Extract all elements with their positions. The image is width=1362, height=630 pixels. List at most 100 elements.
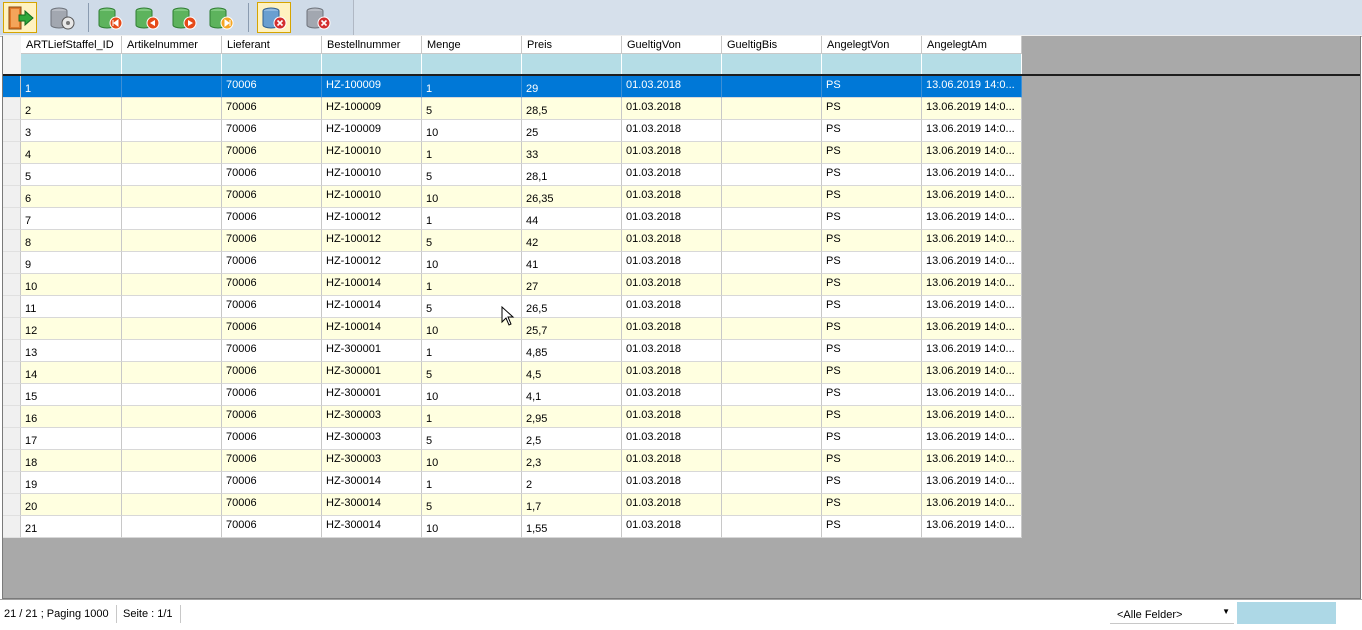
column-header[interactable]: ARTLiefStaffel_ID [21, 36, 122, 54]
table-cell-gueltigvon[interactable]: 01.03.2018 [622, 450, 722, 472]
row-selector[interactable] [3, 494, 21, 516]
table-cell-lieferant[interactable]: 70006 [222, 362, 322, 384]
table-cell-bestellnummer[interactable]: HZ-100009 [322, 98, 422, 120]
row-selector[interactable] [3, 428, 21, 450]
table-cell-lieferant[interactable]: 70006 [222, 406, 322, 428]
table-cell-gueltigvon[interactable]: 01.03.2018 [622, 274, 722, 296]
row-selector[interactable] [3, 120, 21, 142]
table-cell-angelegtvon[interactable]: PS [822, 186, 922, 208]
table-cell-lieferant[interactable]: 70006 [222, 516, 322, 538]
table-cell-gueltigvon[interactable]: 01.03.2018 [622, 98, 722, 120]
table-row[interactable]: 5 70006 HZ-100010 5 28,1 01.03.2018 PS 13.06.20… [3, 164, 1360, 186]
table-cell-lieferant[interactable]: 70006 [222, 494, 322, 516]
table-cell-artliefstaffel_id[interactable]: 18 [21, 450, 122, 472]
row-selector[interactable] [3, 230, 21, 252]
table-cell-gueltigbis[interactable] [722, 164, 822, 186]
table-row[interactable]: 4 70006 HZ-100010 1 33 01.03.2018 PS 13.06.2019… [3, 142, 1360, 164]
table-cell-angelegtvon[interactable]: PS [822, 428, 922, 450]
table-cell-angelegtam[interactable]: 13.06.2019 14:0... [922, 142, 1022, 164]
row-selector[interactable] [3, 76, 21, 98]
table-cell-preis[interactable]: 28,1 [522, 164, 622, 186]
filter-cell[interactable] [722, 54, 822, 74]
table-cell-lieferant[interactable]: 70006 [222, 428, 322, 450]
field-select-dropdown[interactable]: <Alle Felder> ▼ [1110, 604, 1234, 624]
table-cell-angelegtam[interactable]: 13.06.2019 14:0... [922, 98, 1022, 120]
table-cell-artikelnummer[interactable] [122, 120, 222, 142]
table-cell-menge[interactable]: 1 [422, 274, 522, 296]
table-cell-gueltigvon[interactable]: 01.03.2018 [622, 362, 722, 384]
table-cell-gueltigvon[interactable]: 01.03.2018 [622, 472, 722, 494]
table-cell-artikelnummer[interactable] [122, 406, 222, 428]
table-cell-lieferant[interactable]: 70006 [222, 384, 322, 406]
table-cell-artliefstaffel_id[interactable]: 16 [21, 406, 122, 428]
table-cell-bestellnummer[interactable]: HZ-300001 [322, 362, 422, 384]
table-cell-angelegtvon[interactable]: PS [822, 318, 922, 340]
table-row[interactable]: 2 70006 HZ-100009 5 28,5 01.03.2018 PS 13.06.20… [3, 98, 1360, 120]
table-cell-gueltigbis[interactable] [722, 208, 822, 230]
table-cell-artliefstaffel_id[interactable]: 10 [21, 274, 122, 296]
table-cell-bestellnummer[interactable]: HZ-300003 [322, 450, 422, 472]
table-cell-artikelnummer[interactable] [122, 494, 222, 516]
table-cell-bestellnummer[interactable]: HZ-100014 [322, 318, 422, 340]
previous-record-button[interactable] [130, 2, 164, 33]
table-cell-bestellnummer[interactable]: HZ-100014 [322, 296, 422, 318]
table-cell-artliefstaffel_id[interactable]: 2 [21, 98, 122, 120]
table-cell-bestellnummer[interactable]: HZ-100012 [322, 208, 422, 230]
table-cell-bestellnummer[interactable]: HZ-300003 [322, 406, 422, 428]
table-cell-preis[interactable]: 41 [522, 252, 622, 274]
table-cell-preis[interactable]: 44 [522, 208, 622, 230]
table-cell-lieferant[interactable]: 70006 [222, 230, 322, 252]
row-selector[interactable] [3, 450, 21, 472]
table-row[interactable]: 21 70006 HZ-300014 10 1,55 01.03.2018 PS 13.06.… [3, 516, 1360, 538]
table-cell-preis[interactable]: 29 [522, 76, 622, 98]
table-cell-angelegtvon[interactable]: PS [822, 472, 922, 494]
row-selector[interactable] [3, 98, 21, 120]
table-cell-angelegtam[interactable]: 13.06.2019 14:0... [922, 494, 1022, 516]
table-cell-gueltigvon[interactable]: 01.03.2018 [622, 340, 722, 362]
table-cell-angelegtam[interactable]: 13.06.2019 14:0... [922, 516, 1022, 538]
table-cell-artliefstaffel_id[interactable]: 15 [21, 384, 122, 406]
table-cell-artikelnummer[interactable] [122, 164, 222, 186]
table-cell-gueltigbis[interactable] [722, 142, 822, 164]
table-cell-angelegtvon[interactable]: PS [822, 362, 922, 384]
column-header[interactable]: Lieferant [222, 36, 322, 54]
table-cell-artikelnummer[interactable] [122, 230, 222, 252]
delete-record-button[interactable] [257, 2, 291, 33]
table-cell-artliefstaffel_id[interactable]: 12 [21, 318, 122, 340]
table-cell-preis[interactable]: 26,5 [522, 296, 622, 318]
table-cell-artikelnummer[interactable] [122, 252, 222, 274]
table-cell-bestellnummer[interactable]: HZ-100010 [322, 186, 422, 208]
table-cell-artikelnummer[interactable] [122, 318, 222, 340]
row-selector[interactable] [3, 142, 21, 164]
table-cell-bestellnummer[interactable]: HZ-100012 [322, 230, 422, 252]
table-cell-angelegtvon[interactable]: PS [822, 450, 922, 472]
grid-corner[interactable] [3, 36, 22, 74]
table-cell-angelegtvon[interactable]: PS [822, 120, 922, 142]
column-header[interactable]: GueltigBis [722, 36, 822, 54]
table-cell-lieferant[interactable]: 70006 [222, 274, 322, 296]
table-cell-artikelnummer[interactable] [122, 98, 222, 120]
table-cell-gueltigvon[interactable]: 01.03.2018 [622, 230, 722, 252]
table-cell-bestellnummer[interactable]: HZ-100012 [322, 252, 422, 274]
table-cell-menge[interactable]: 5 [422, 164, 522, 186]
table-cell-artliefstaffel_id[interactable]: 17 [21, 428, 122, 450]
table-cell-artliefstaffel_id[interactable]: 11 [21, 296, 122, 318]
table-cell-menge[interactable]: 10 [422, 120, 522, 142]
table-cell-lieferant[interactable]: 70006 [222, 164, 322, 186]
table-cell-bestellnummer[interactable]: HZ-100010 [322, 164, 422, 186]
table-cell-artliefstaffel_id[interactable]: 14 [21, 362, 122, 384]
search-input[interactable] [1237, 602, 1336, 624]
table-cell-menge[interactable]: 1 [422, 406, 522, 428]
table-cell-menge[interactable]: 5 [422, 98, 522, 120]
table-cell-lieferant[interactable]: 70006 [222, 186, 322, 208]
table-cell-gueltigvon[interactable]: 01.03.2018 [622, 208, 722, 230]
table-row[interactable]: 1 70006 HZ-100009 1 29 01.03.2018 PS 13.06.2019… [3, 76, 1360, 98]
column-header[interactable]: AngelegtAm [922, 36, 1022, 54]
filter-cell[interactable] [822, 54, 922, 74]
table-cell-artikelnummer[interactable] [122, 76, 222, 98]
table-cell-angelegtam[interactable]: 13.06.2019 14:0... [922, 208, 1022, 230]
table-cell-lieferant[interactable]: 70006 [222, 472, 322, 494]
table-cell-angelegtam[interactable]: 13.06.2019 14:0... [922, 296, 1022, 318]
table-cell-gueltigbis[interactable] [722, 340, 822, 362]
row-selector[interactable] [3, 186, 21, 208]
